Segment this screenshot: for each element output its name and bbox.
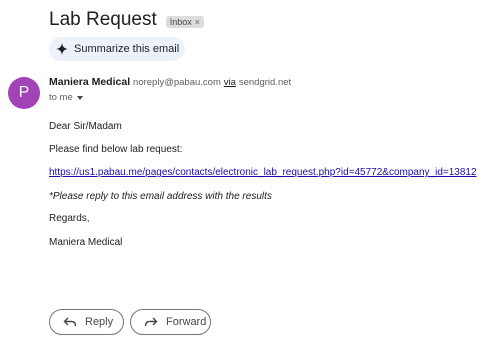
caret-down-icon[interactable] [76, 95, 83, 100]
reply-button[interactable]: Reply [49, 309, 124, 335]
email-subject: Lab Request [49, 9, 157, 30]
via-link[interactable]: via [224, 77, 236, 88]
avatar[interactable]: P [8, 77, 40, 109]
sender-email: noreply@pabau.com [133, 77, 221, 88]
sender-line: Maniera Medical noreply@pabau.com via se… [49, 76, 291, 88]
recipient-label: to me [49, 92, 73, 103]
forward-icon [144, 315, 158, 329]
forward-label: Forward [166, 316, 207, 328]
avatar-letter: P [18, 84, 30, 101]
close-icon[interactable]: × [195, 17, 200, 27]
signature-text: Maniera Medical [49, 237, 123, 248]
summarize-label: Summarize this email [74, 43, 180, 55]
regards-text: Regards, [49, 213, 90, 224]
sender-name[interactable]: Maniera Medical [49, 76, 130, 88]
recipient-dropdown[interactable]: to me [49, 92, 83, 103]
greeting: Dear Sir/Madam [49, 121, 122, 132]
reply-label: Reply [85, 316, 114, 328]
sparkle-icon [56, 43, 68, 55]
inbox-label-chip[interactable]: Inbox × [165, 15, 205, 28]
lab-request-link[interactable]: https://us1.pabau.me/pages/contacts/elec… [49, 167, 477, 178]
intro-text: Please find below lab request: [49, 144, 183, 155]
forward-button[interactable]: Forward [130, 309, 211, 335]
subject-row: Lab Request Inbox × [49, 9, 205, 31]
inbox-label-text: Inbox [169, 16, 192, 27]
summarize-button[interactable]: Summarize this email [49, 37, 185, 61]
reply-note: *Please reply to this email address with… [49, 191, 272, 202]
reply-icon [63, 315, 77, 329]
via-domain: sendgrid.net [238, 77, 292, 88]
